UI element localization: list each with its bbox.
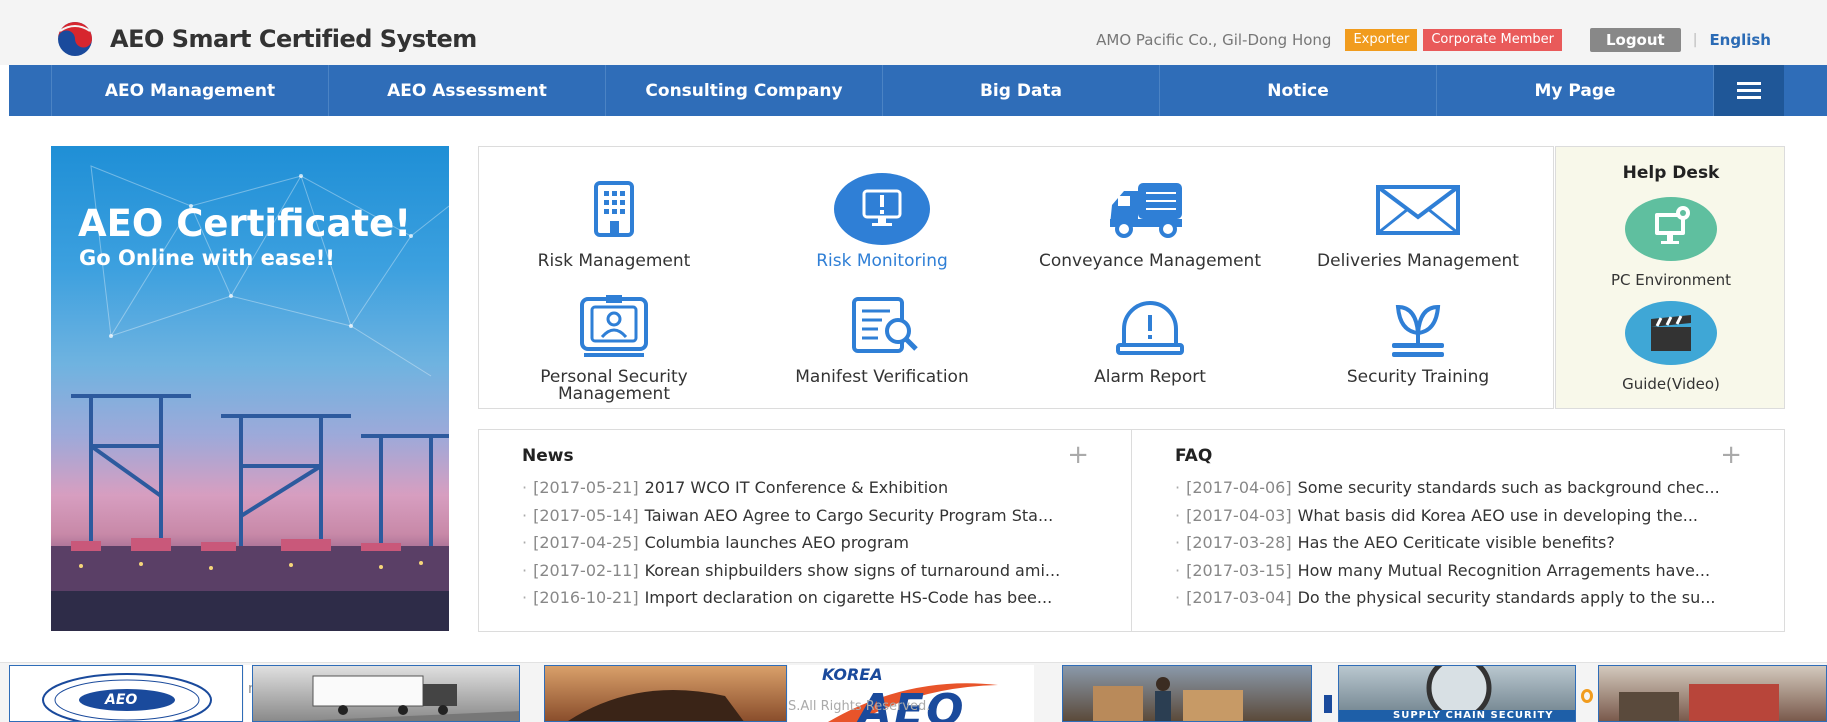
banner-subtitle: Go Online with ease!! [79,246,335,270]
help-desk-panel: Help Desk PC Environment Guide(Video) [1555,146,1785,409]
nav-item-aeo-assessment[interactable]: AEO Assessment [329,65,606,116]
help-label: PC Environment [1610,271,1732,289]
news-item[interactable]: · [2017-04-25] Columbia launches AEO progr… [522,533,1060,561]
aeo-seal-tile[interactable]: AEO [9,665,243,722]
truck-photo-tile[interactable]: Zi [252,665,520,722]
pc-settings-icon [1625,197,1717,261]
faq-list: · [2017-04-06] Some security standards suc… [1175,478,1720,616]
truck-icon [1102,177,1198,251]
news-list: · [2017-05-21] 2017 WCO IT Conference & Ex… [522,478,1060,616]
nav-spacer [9,65,52,116]
container-photo-tile[interactable] [1598,665,1827,722]
nav-item-notice[interactable]: Notice [1160,65,1437,116]
faq-board: FAQ + · [2017-04-06] Some security standar… [1131,429,1785,632]
alarm-bell-icon [1102,293,1198,367]
corporate-member-badge: Corporate Member [1423,29,1562,51]
supply-chain-security-label: SUPPLY CHAIN SECURITY [1393,710,1554,721]
quick-label: Deliveries Management [1317,251,1519,271]
user-name: AMO Pacific Co., Gil-Dong Hong [1096,31,1332,49]
quick-label: Risk Management [537,251,691,271]
quick-security-training[interactable]: Security Training [1288,293,1548,386]
nav-item-consulting-company[interactable]: Consulting Company [606,65,883,116]
faq-item[interactable]: · [2017-04-06] Some security standards suc… [1175,478,1720,506]
banner-title: AEO Certificate! [78,202,412,245]
quick-label: Conveyance Management [1038,251,1261,271]
logout-button[interactable]: Logout [1589,28,1681,52]
truck-photo-icon [297,675,519,721]
promo-banner[interactable]: AEO Certificate! Go Online with ease!! [51,146,449,631]
news-more-button[interactable]: + [1067,440,1089,470]
seal-label: AEO [105,692,138,708]
faq-item[interactable]: · [2017-03-04] Do the physical security st… [1175,588,1720,616]
faq-title: FAQ [1175,446,1213,466]
airplane-photo-icon [568,690,744,721]
supply-chain-security-tile[interactable]: SUPPLY CHAIN SECURITY [1338,665,1576,722]
quick-alarm-report[interactable]: Alarm Report [1020,293,1280,386]
quick-label: Alarm Report [1094,367,1206,387]
quick-conveyance-management[interactable]: Conveyance Management [1020,177,1280,270]
clapperboard-icon [1625,301,1717,365]
help-label: Guide(Video) [1622,375,1720,393]
app-title: AEO Smart Certified System [110,25,477,53]
faq-item[interactable]: · [2017-03-15] How many Mutual Recognition… [1175,561,1720,589]
building-icon [566,177,662,251]
help-pc-environment[interactable]: PC Environment [1556,197,1786,289]
help-desk-title: Help Desk [1622,163,1720,183]
news-title: News [522,446,574,466]
news-board: News + · [2017-05-21] 2017 WCO IT Conferen… [478,429,1132,632]
language-link[interactable]: English [1709,31,1771,49]
quick-manifest-verification[interactable]: Manifest Verification [752,293,1012,386]
nav-item-my-page[interactable]: My Page [1437,65,1714,116]
quick-menu-panel: Risk Management Risk Monitoring Conveyan… [478,146,1554,409]
news-item[interactable]: · [2016-10-21] Import declaration on cigar… [522,588,1060,616]
main-nav: AEO Management AEO Assessment Consulting… [9,65,1827,116]
separator: | [1692,32,1698,48]
top-header: AEO Smart Certified System AMO Pacific C… [0,0,1827,65]
page: AEO Smart Certified System AMO Pacific C… [0,0,1827,722]
monitor-alert-icon [834,171,930,251]
taegeuk-logo-icon [50,19,100,59]
copyright-partial: S.All Rights Reserved. [788,699,931,714]
sprout-icon [1370,293,1466,367]
news-item[interactable]: · [2017-05-21] 2017 WCO IT Conference & Ex… [522,478,1060,506]
nav-item-aeo-management[interactable]: AEO Management [52,65,329,116]
quick-risk-monitoring[interactable]: Risk Monitoring [752,171,1012,270]
quick-deliveries-management[interactable]: Deliveries Management [1288,177,1548,270]
workers-photo-icon [1093,677,1243,721]
quick-risk-management[interactable]: Risk Management [484,177,744,270]
news-item[interactable]: · [2017-05-14] Taiwan AEO Agree to Cargo S… [522,506,1060,534]
quick-personal-security-management[interactable]: Personal Security Management [484,293,744,403]
nav-item-big-data[interactable]: Big Data [883,65,1160,116]
id-badge-icon [566,293,662,367]
faq-item[interactable]: · [2017-04-03] What basis did Korea AEO us… [1175,506,1720,534]
exporter-badge: Exporter [1345,29,1418,51]
hamburger-icon[interactable] [1714,65,1784,116]
user-area: AMO Pacific Co., Gil-Dong Hong Exporter … [1096,27,1827,53]
faq-item[interactable]: · [2017-03-28] Has the AEO Ceriticate visi… [1175,533,1720,561]
help-guide-video[interactable]: Guide(Video) [1556,301,1786,393]
document-search-icon [834,293,930,367]
envelope-icon [1370,177,1466,251]
workers-photo-tile[interactable] [1062,665,1312,722]
quick-label: Manifest Verification [795,367,969,387]
container-photo-icon [1619,684,1779,721]
quick-label: Personal Security Management [540,367,688,404]
site-logo[interactable]: AEO Smart Certified System [50,19,477,59]
quick-label: Risk Monitoring [816,251,948,271]
partial-logo-tile [1322,665,1338,722]
faq-more-button[interactable]: + [1720,440,1742,470]
news-item[interactable]: · [2017-02-11] Korean shipbuilders show si… [522,561,1060,589]
airplane-photo-tile[interactable] [544,665,787,722]
quick-label: Security Training [1346,367,1490,387]
partial-logo-tile-2 [1577,665,1599,722]
korea-aeo-logo-tile[interactable]: KOREA AEO S.All Rights Reserved. [788,665,1034,722]
